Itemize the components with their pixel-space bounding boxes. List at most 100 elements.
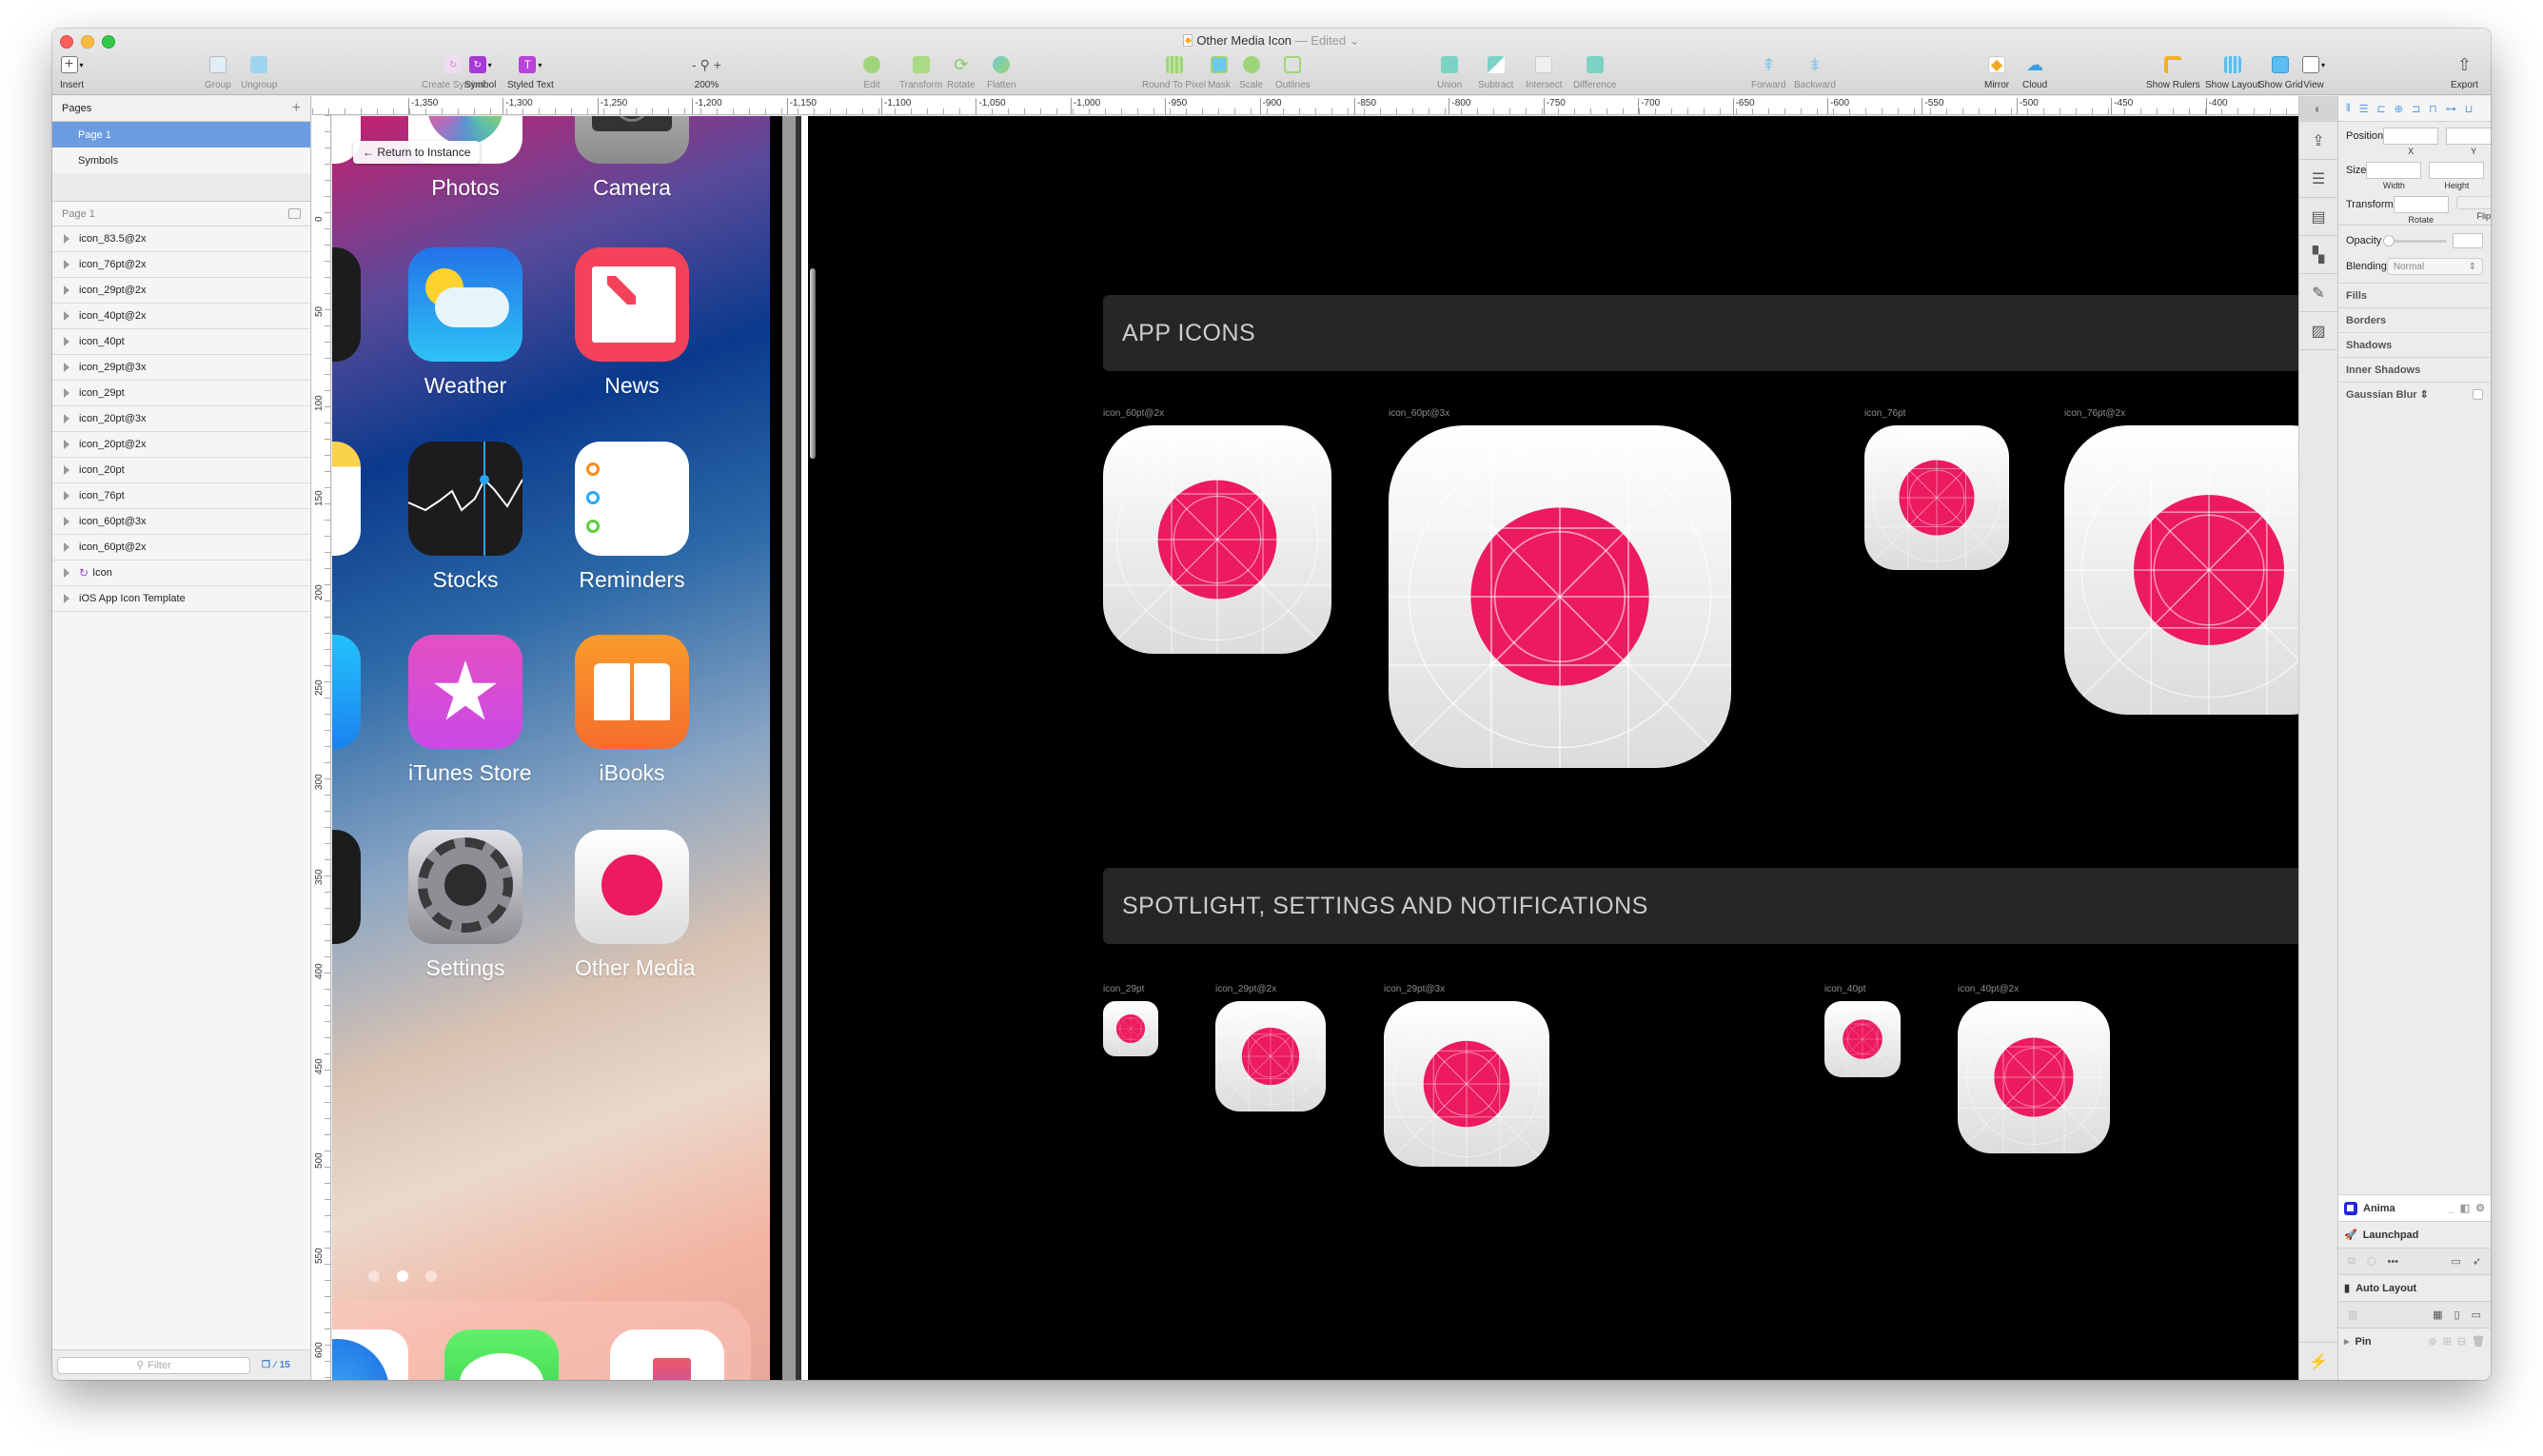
toolbar-mirror-button[interactable]: ◆ Mirror	[1984, 53, 2009, 90]
artboard-label[interactable]: icon_29pt@2x	[1215, 984, 1276, 994]
app-icon-artboard[interactable]	[1864, 425, 2009, 570]
artboard-label[interactable]: icon_29pt@3x	[1384, 984, 1445, 994]
disclosure-triangle-icon[interactable]	[64, 542, 69, 552]
trash-icon[interactable]: 🗑	[2472, 1335, 2485, 1348]
toolbar-flatten-button[interactable]: Flatten	[987, 53, 1016, 90]
phone-preview-icon[interactable]: ▯	[2454, 1308, 2460, 1321]
app-icon-artboard[interactable]	[1958, 1001, 2110, 1153]
auto-layout-row[interactable]: ▮ Auto Layout	[2338, 1274, 2491, 1301]
rotate-input[interactable]	[2393, 196, 2449, 213]
artboard-label[interactable]: icon_29pt	[1103, 984, 1144, 994]
lightning-icon[interactable]: ⚡	[2299, 1342, 2337, 1380]
edit-path-icon[interactable]: ✎	[2299, 274, 2337, 312]
layer-row[interactable]: icon_29pt@3x	[52, 355, 310, 381]
disclosure-triangle-icon[interactable]	[64, 440, 69, 449]
artboard-label[interactable]: icon_60pt@2x	[1103, 408, 1164, 419]
disclosure-triangle-icon[interactable]	[64, 594, 69, 603]
toolbar-show-layout-button[interactable]: Show Layout	[2205, 53, 2260, 90]
layer-row[interactable]: icon_29pt@2x	[52, 278, 310, 304]
layer-row[interactable]: icon_60pt@2x	[52, 535, 310, 561]
toolbar-rotate-button[interactable]: ⟳ Rotate	[947, 53, 975, 91]
artboards-filter-icon[interactable]: ❐	[262, 1360, 270, 1370]
app-settings[interactable]: Settings	[408, 830, 522, 981]
artboard-label[interactable]: icon_76pt@2x	[2064, 408, 2125, 419]
toolbar-intersect-button[interactable]: Intersect	[1526, 53, 1562, 90]
app-weather[interactable]: Weather	[408, 247, 522, 399]
layer-row[interactable]: iOS App Icon Template	[52, 586, 310, 612]
page-item[interactable]: Symbols	[52, 148, 310, 173]
pin-middle-icon[interactable]: ⊟	[2457, 1335, 2466, 1348]
app-let[interactable]: let	[332, 830, 361, 981]
layer-row[interactable]: icon_76pt@2x	[52, 252, 310, 278]
inspector-section-inner-shadows[interactable]: Inner Shadows	[2338, 357, 2491, 382]
toolbar-union-button[interactable]: Union	[1437, 53, 1462, 90]
page-dot[interactable]	[425, 1270, 437, 1282]
collapse-layers-icon[interactable]	[288, 208, 301, 219]
disclosure-triangle-icon[interactable]	[64, 491, 69, 501]
disclosure-triangle-icon[interactable]	[64, 465, 69, 475]
opacity-slider[interactable]	[2383, 234, 2448, 246]
align-right-icon[interactable]: ⊐	[2412, 103, 2420, 115]
align-top-icon[interactable]: ⊓	[2429, 103, 2437, 115]
inspector-section-gaussian-blur[interactable]: Gaussian Blur ⇕	[2338, 382, 2491, 406]
layout-select-icon[interactable]: ▚	[2299, 236, 2337, 274]
app-icon-artboard[interactable]	[1384, 1001, 1549, 1167]
app-ck[interactable]: ck	[332, 247, 361, 399]
content-icon[interactable]: ▤	[2299, 198, 2337, 236]
layer-row[interactable]: icon_76pt	[52, 483, 310, 509]
toolbar-outlines-button[interactable]: Outlines	[1275, 53, 1311, 90]
disclosure-triangle-icon[interactable]	[64, 234, 69, 244]
disclosure-triangle-icon[interactable]	[64, 311, 69, 321]
disclosure-triangle-icon[interactable]	[64, 337, 69, 346]
app-es[interactable]: es	[332, 442, 361, 593]
disclosure-triangle-icon[interactable]	[64, 517, 69, 526]
layer-row[interactable]: icon_20pt@3x	[52, 406, 310, 432]
toolbar-group-button[interactable]: Group	[205, 53, 231, 90]
disclosure-triangle-icon[interactable]	[64, 388, 69, 398]
toolbar-view-button[interactable]: ▾ View	[2302, 53, 2325, 90]
grid-layout-icon[interactable]: ▦	[2433, 1308, 2442, 1321]
layer-row[interactable]: icon_20pt@2x	[52, 432, 310, 458]
pin-row[interactable]: ▸ Pin ⊕ ⊞ ⊟ 🗑	[2338, 1328, 2491, 1354]
toolbar-backward-button[interactable]: ⇟ Backward	[1794, 53, 1836, 91]
page-dot[interactable]	[397, 1270, 408, 1282]
disclosure-triangle-icon[interactable]	[64, 260, 69, 269]
toolbar-difference-button[interactable]: Difference	[1573, 53, 1616, 90]
page-item[interactable]: Page 1	[52, 122, 310, 148]
page-dot[interactable]	[368, 1270, 380, 1282]
toolbar-ungroup-button[interactable]: Ungroup	[241, 53, 277, 90]
toolbar-symbol-button[interactable]: ↻ ▾ Symbol	[464, 53, 496, 90]
inspector-section-fills[interactable]: Fills	[2338, 283, 2491, 307]
more-icon[interactable]: •••	[2387, 1256, 2398, 1268]
toolbar-cloud-button[interactable]: ☁ Cloud	[2022, 53, 2047, 91]
toolbar-200--button[interactable]: - ⚲ +200%	[692, 53, 721, 91]
toolbar-styled-text-button[interactable]: T ▾ Styled Text	[507, 53, 554, 90]
toolbar-export-button[interactable]: ⇧ Export	[2451, 53, 2478, 91]
y-input[interactable]	[2446, 128, 2491, 145]
toolbar-edit-button[interactable]: Edit	[863, 53, 880, 90]
share-icon[interactable]: ⇪	[2299, 122, 2337, 160]
section-header-spotlight[interactable]: SPOTLIGHT, SETTINGS AND NOTIFICATIONS	[1103, 868, 2298, 944]
add-page-icon[interactable]: +	[292, 100, 301, 117]
disclosure-triangle-icon[interactable]	[64, 363, 69, 372]
launchpad-row[interactable]: 🚀 Launchpad	[2338, 1221, 2491, 1248]
stack-layout-icon[interactable]: ▥	[2348, 1308, 2357, 1321]
toolbar-show-rulers-button[interactable]: Show Rulers	[2146, 53, 2200, 90]
launch-icon[interactable]: ➶	[2473, 1255, 2481, 1268]
height-input[interactable]	[2429, 162, 2485, 179]
app-icon-artboard[interactable]	[1103, 1001, 1158, 1056]
craft-icon[interactable]: ◐	[2299, 96, 2337, 122]
app-tore[interactable]: tore	[332, 635, 361, 786]
panel-toggle-icon[interactable]: ◧	[2460, 1202, 2470, 1214]
app-other-media[interactable]: Other Media	[575, 830, 696, 981]
gear-icon[interactable]: ⚙	[2475, 1202, 2485, 1214]
app-reminders[interactable]: Reminders	[575, 442, 689, 593]
add-image-icon[interactable]: ▨	[2299, 312, 2337, 350]
blending-select[interactable]: Normal ⇕	[2386, 258, 2483, 275]
app-icon-artboard[interactable]	[1215, 1001, 1326, 1112]
artboard-label[interactable]: icon_76pt	[1864, 408, 1905, 419]
pin-center-icon[interactable]: ⊞	[2443, 1335, 2452, 1348]
toolbar-forward-button[interactable]: ⇞ Forward	[1751, 53, 1786, 91]
toolbar-insert-button[interactable]: + ▾ Insert	[60, 53, 84, 90]
distribute-vertical-icon[interactable]: ☰	[2359, 103, 2369, 115]
